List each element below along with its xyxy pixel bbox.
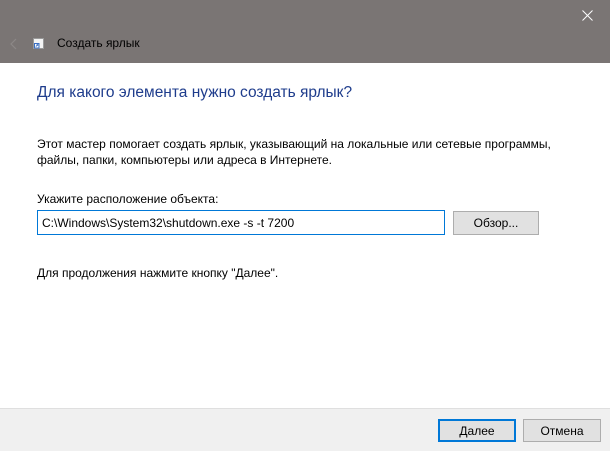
title-bar: Создать ярлык xyxy=(0,0,610,63)
location-label: Укажите расположение объекта: xyxy=(37,192,219,206)
shortcut-wizard-icon xyxy=(33,38,44,49)
wizard-description: Этот мастер помогает создать ярлык, указ… xyxy=(37,137,551,167)
continue-hint: Для продолжения нажмите кнопку "Далее". xyxy=(37,266,279,280)
close-button[interactable] xyxy=(564,0,610,30)
back-arrow-icon xyxy=(10,38,17,50)
location-input[interactable] xyxy=(37,210,445,235)
back-button[interactable] xyxy=(4,32,24,56)
browse-button[interactable]: Обзор... xyxy=(453,211,539,235)
next-button[interactable]: Далее xyxy=(438,419,516,442)
wizard-title: Создать ярлык xyxy=(57,36,140,50)
page-heading: Для какого элемента нужно создать ярлык? xyxy=(37,84,353,101)
cancel-button[interactable]: Отмена xyxy=(523,419,601,442)
footer-bar xyxy=(0,408,610,451)
close-icon xyxy=(581,9,593,21)
